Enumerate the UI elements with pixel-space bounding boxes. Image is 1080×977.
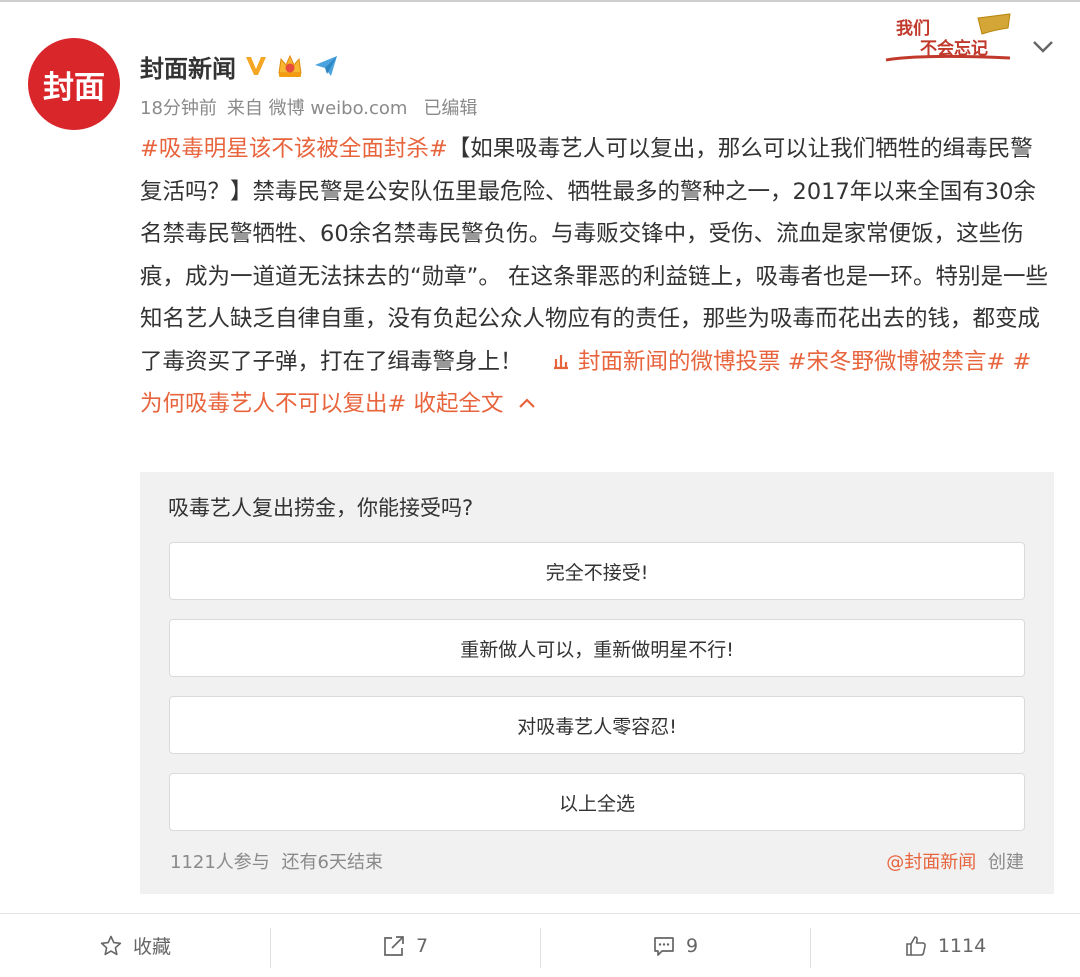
- user-name[interactable]: 封面新闻: [140, 49, 236, 84]
- vote-link[interactable]: 封面新闻的微博投票: [578, 349, 781, 375]
- post-meta: 18分钟前 来自 微博 weibo.com 已编辑: [140, 94, 477, 120]
- poll-remaining: 还有6天结束: [281, 852, 383, 873]
- post-time[interactable]: 18分钟前: [140, 94, 217, 120]
- favorite-button[interactable]: 收藏: [0, 914, 270, 977]
- poll-question: 吸毒艺人复出捞金，你能接受吗?: [168, 496, 474, 520]
- paper-plane-icon[interactable]: [312, 53, 340, 79]
- chevron-up-icon[interactable]: [517, 396, 537, 410]
- hashtag-2[interactable]: #宋冬野微博被禁言#: [788, 349, 1006, 375]
- poll-creator-link[interactable]: @封面新闻: [886, 852, 976, 873]
- repost-icon: [384, 935, 404, 956]
- top-border: [0, 0, 1080, 2]
- avatar-text: 封面: [43, 69, 105, 106]
- comment-icon: [654, 936, 674, 956]
- memorial-stamp-icon: 我们 不会忘记: [885, 13, 1011, 62]
- repost-button[interactable]: 7: [270, 914, 540, 977]
- poll-created-label: 创建: [988, 852, 1024, 873]
- poll-option-4[interactable]: 以上全选: [169, 773, 1025, 831]
- crown-member-icon[interactable]: [276, 53, 304, 79]
- hashtag-main[interactable]: #吸毒明星该不该被全面封杀#: [140, 136, 448, 162]
- like-button[interactable]: 1114: [810, 914, 1080, 977]
- post-edited: 已编辑: [423, 98, 478, 119]
- stamp-line2: 不会忘记: [920, 38, 988, 59]
- poll-option-3[interactable]: 对吸毒艺人零容忍!: [169, 696, 1025, 754]
- poll-creator: @封面新闻 创建: [886, 848, 1024, 874]
- post-content: #吸毒明星该不该被全面封杀#【如果吸毒艺人可以复出，那么可以让我们牺牲的缉毒民警…: [140, 128, 1048, 426]
- repost-count: 7: [415, 934, 429, 957]
- poll-option-1[interactable]: 完全不接受!: [169, 542, 1025, 600]
- poll-card: 吸毒艺人复出捞金，你能接受吗? 完全不接受! 重新做人可以，重新做明星不行! 对…: [140, 472, 1054, 894]
- like-count: 1114: [937, 934, 987, 957]
- chevron-down-icon[interactable]: [1030, 36, 1056, 56]
- post-source[interactable]: 来自 微博 weibo.com: [227, 94, 408, 120]
- user-row: 封面新闻: [140, 46, 340, 86]
- avatar[interactable]: 封面: [28, 38, 120, 130]
- poll-stats: 1121人参与 还有6天结束: [170, 848, 383, 874]
- verified-v-icon[interactable]: [244, 54, 268, 78]
- comment-button[interactable]: 9: [540, 914, 810, 977]
- poll-option-2[interactable]: 重新做人可以，重新做明星不行!: [169, 619, 1025, 677]
- vote-icon[interactable]: [551, 351, 571, 371]
- thumbs-up-icon: [906, 935, 926, 956]
- action-bar: 收藏 7 9 1114: [0, 914, 1080, 977]
- post-body: 【如果吸毒艺人可以复出，那么可以让我们牺牲的缉毒民警复活吗？】禁毒民警是公安队伍…: [140, 136, 1048, 375]
- stamp-line1: 我们: [896, 18, 930, 39]
- collapse-link[interactable]: 收起全文: [414, 391, 504, 417]
- poll-participants: 1121人参与: [170, 852, 270, 873]
- star-icon: [100, 935, 122, 955]
- favorite-label: 收藏: [132, 936, 171, 958]
- comment-count: 9: [685, 934, 699, 957]
